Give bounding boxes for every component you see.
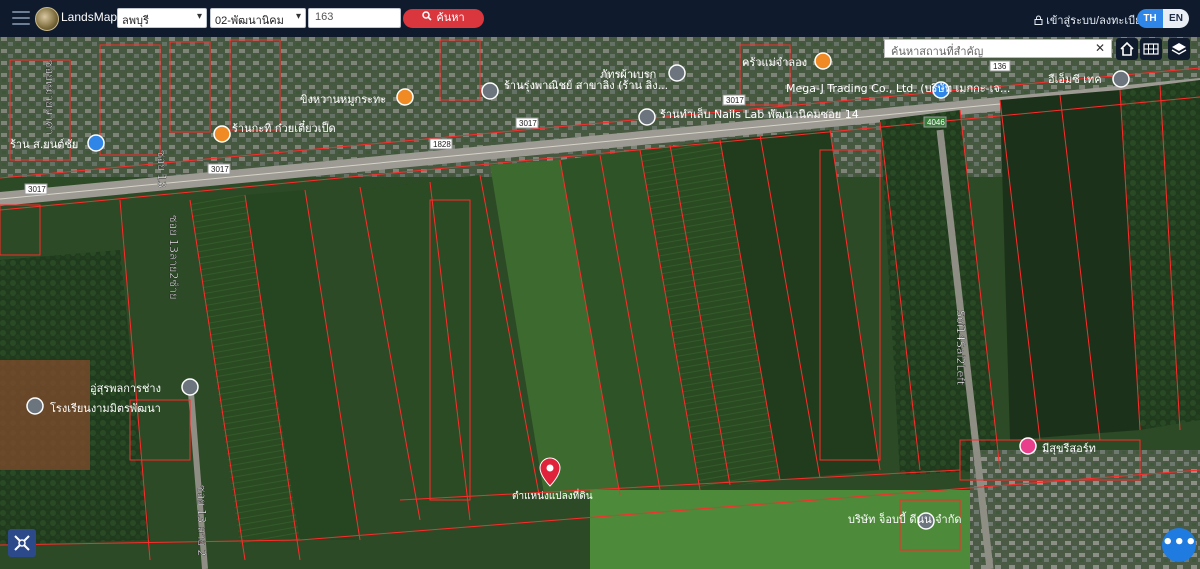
poi-label: อู่สุรพลการช่าง (90, 382, 161, 395)
school-icon (26, 397, 44, 415)
menu-icon[interactable] (12, 11, 30, 25)
province-value: ลพบุรี (122, 15, 149, 27)
district-select[interactable]: 02-พัฒนานิคม ▾ (210, 8, 306, 28)
restaurant-icon (814, 52, 832, 70)
top-bar: LandsMaps ลพบุรี ▾ 02-พัฒนานิคม ▾ 163 ค้… (0, 0, 1200, 37)
home-button[interactable] (1116, 38, 1138, 60)
road-number-label: 1828 (433, 140, 451, 149)
road-number-label: 3017 (211, 165, 229, 174)
place-icon (481, 82, 499, 100)
satellite-map[interactable]: 3017 3017 3017 1828 3017 136 4046 ซอย 13… (0, 37, 1200, 569)
road-number-label: 4046 (927, 118, 945, 127)
poi-label: ขิงหวานหมูกระทะ (300, 93, 386, 106)
place-icon (181, 378, 199, 396)
lang-en-button[interactable]: EN (1163, 9, 1189, 28)
place-search-placeholder: ค้นหาสถานที่สำคัญ (891, 46, 984, 58)
street-label: Soi14Sai2Left (954, 310, 967, 386)
lock-icon (1034, 15, 1046, 27)
road-number-label: 136 (993, 62, 1007, 71)
lang-th-button[interactable]: TH (1137, 9, 1163, 28)
search-button-label: ค้นหา (436, 12, 465, 24)
poi-label: มีสุขรีสอร์ท (1042, 442, 1096, 455)
poi-emc-tech[interactable]: อีเอ็มซี เทค (1048, 70, 1130, 88)
chevron-down-icon: ▾ (295, 11, 301, 22)
place-icon (638, 108, 656, 126)
poi-label: ครัวแม่จำลอง (742, 56, 807, 69)
tools-icon (14, 535, 30, 551)
district-value: 02-พัฒนานิคม (215, 15, 284, 27)
search-button[interactable]: ค้นหา (403, 9, 484, 28)
tools-button[interactable] (8, 529, 36, 557)
poi-store[interactable]: ร้าน ส.ยนต์ชัย (10, 134, 105, 152)
road-number-label: 3017 (519, 119, 537, 128)
poi-label: ร้านทำเล็บ Nails Lab พัฒนานิคมซอย 14 (660, 107, 859, 121)
home-icon (1120, 41, 1134, 56)
province-select[interactable]: ลพบุรี ▾ (117, 8, 207, 28)
place-search-input[interactable]: ค้นหาสถานที่สำคัญ ✕ (884, 39, 1112, 58)
poi-label: ภัทรผ้าเบรก (600, 68, 656, 81)
street-label: ซอย 13 (155, 150, 168, 188)
login-label: เข้าสู่ระบบ/ลงทะเบียน (1046, 15, 1150, 27)
more-icon: ••• (1162, 532, 1197, 553)
place-icon (1112, 70, 1130, 88)
landsmaps-logo (35, 7, 59, 31)
poi-label: อีเอ็มซี เทค (1048, 72, 1102, 86)
store-icon (87, 134, 105, 152)
login-link[interactable]: เข้าสู่ระบบ/ลงทะเบียน (1034, 11, 1149, 29)
chevron-down-icon: ▾ (196, 11, 202, 22)
parcel-marker-label: ตำแหน่งแปลงที่ดิน (512, 488, 593, 502)
street-label: ซอย 13 ลาย 2 (195, 485, 208, 556)
poi-label: โรงเรียนงามมิตรพัฒนา (50, 401, 161, 415)
parcel-number-input[interactable]: 163 (308, 8, 401, 28)
poi-shop-2[interactable]: ภัทรผ้าเบรก (600, 64, 686, 82)
road-number-label: 3017 (726, 96, 744, 105)
poi-label: ร้านกะทิ ก๋วยเตี๋ยวเป็ด (232, 119, 336, 135)
poi-restaurant-3[interactable]: ครัวแม่จำลอง (742, 52, 832, 70)
more-options-button[interactable]: ••• (1162, 528, 1197, 562)
poi-label: บริษัท จ็อบบี้ ดีนน จำกัด (848, 511, 962, 526)
restaurant-icon (213, 125, 231, 143)
brand-name: LandsMaps (61, 10, 124, 24)
restaurant-icon (396, 88, 414, 106)
grid-button[interactable] (1140, 38, 1162, 60)
grid-icon (1143, 43, 1159, 55)
layers-icon (1171, 43, 1187, 55)
poi-label: Mega-J Trading Co., Ltd. (บริษัท เมกกะ-เ… (786, 82, 1010, 95)
road-number-label: 3017 (28, 185, 46, 194)
street-label: ซอย 13ลาย2ซ้าย (167, 215, 180, 299)
place-icon (668, 64, 686, 82)
poi-label: ร้าน ส.ยนต์ชัย (10, 138, 78, 151)
search-icon (422, 9, 432, 28)
close-icon[interactable]: ✕ (1095, 41, 1105, 55)
street-label: ซอยหมายนาคา (43, 60, 56, 135)
layers-button[interactable] (1168, 38, 1190, 60)
hotel-icon (1019, 437, 1037, 455)
